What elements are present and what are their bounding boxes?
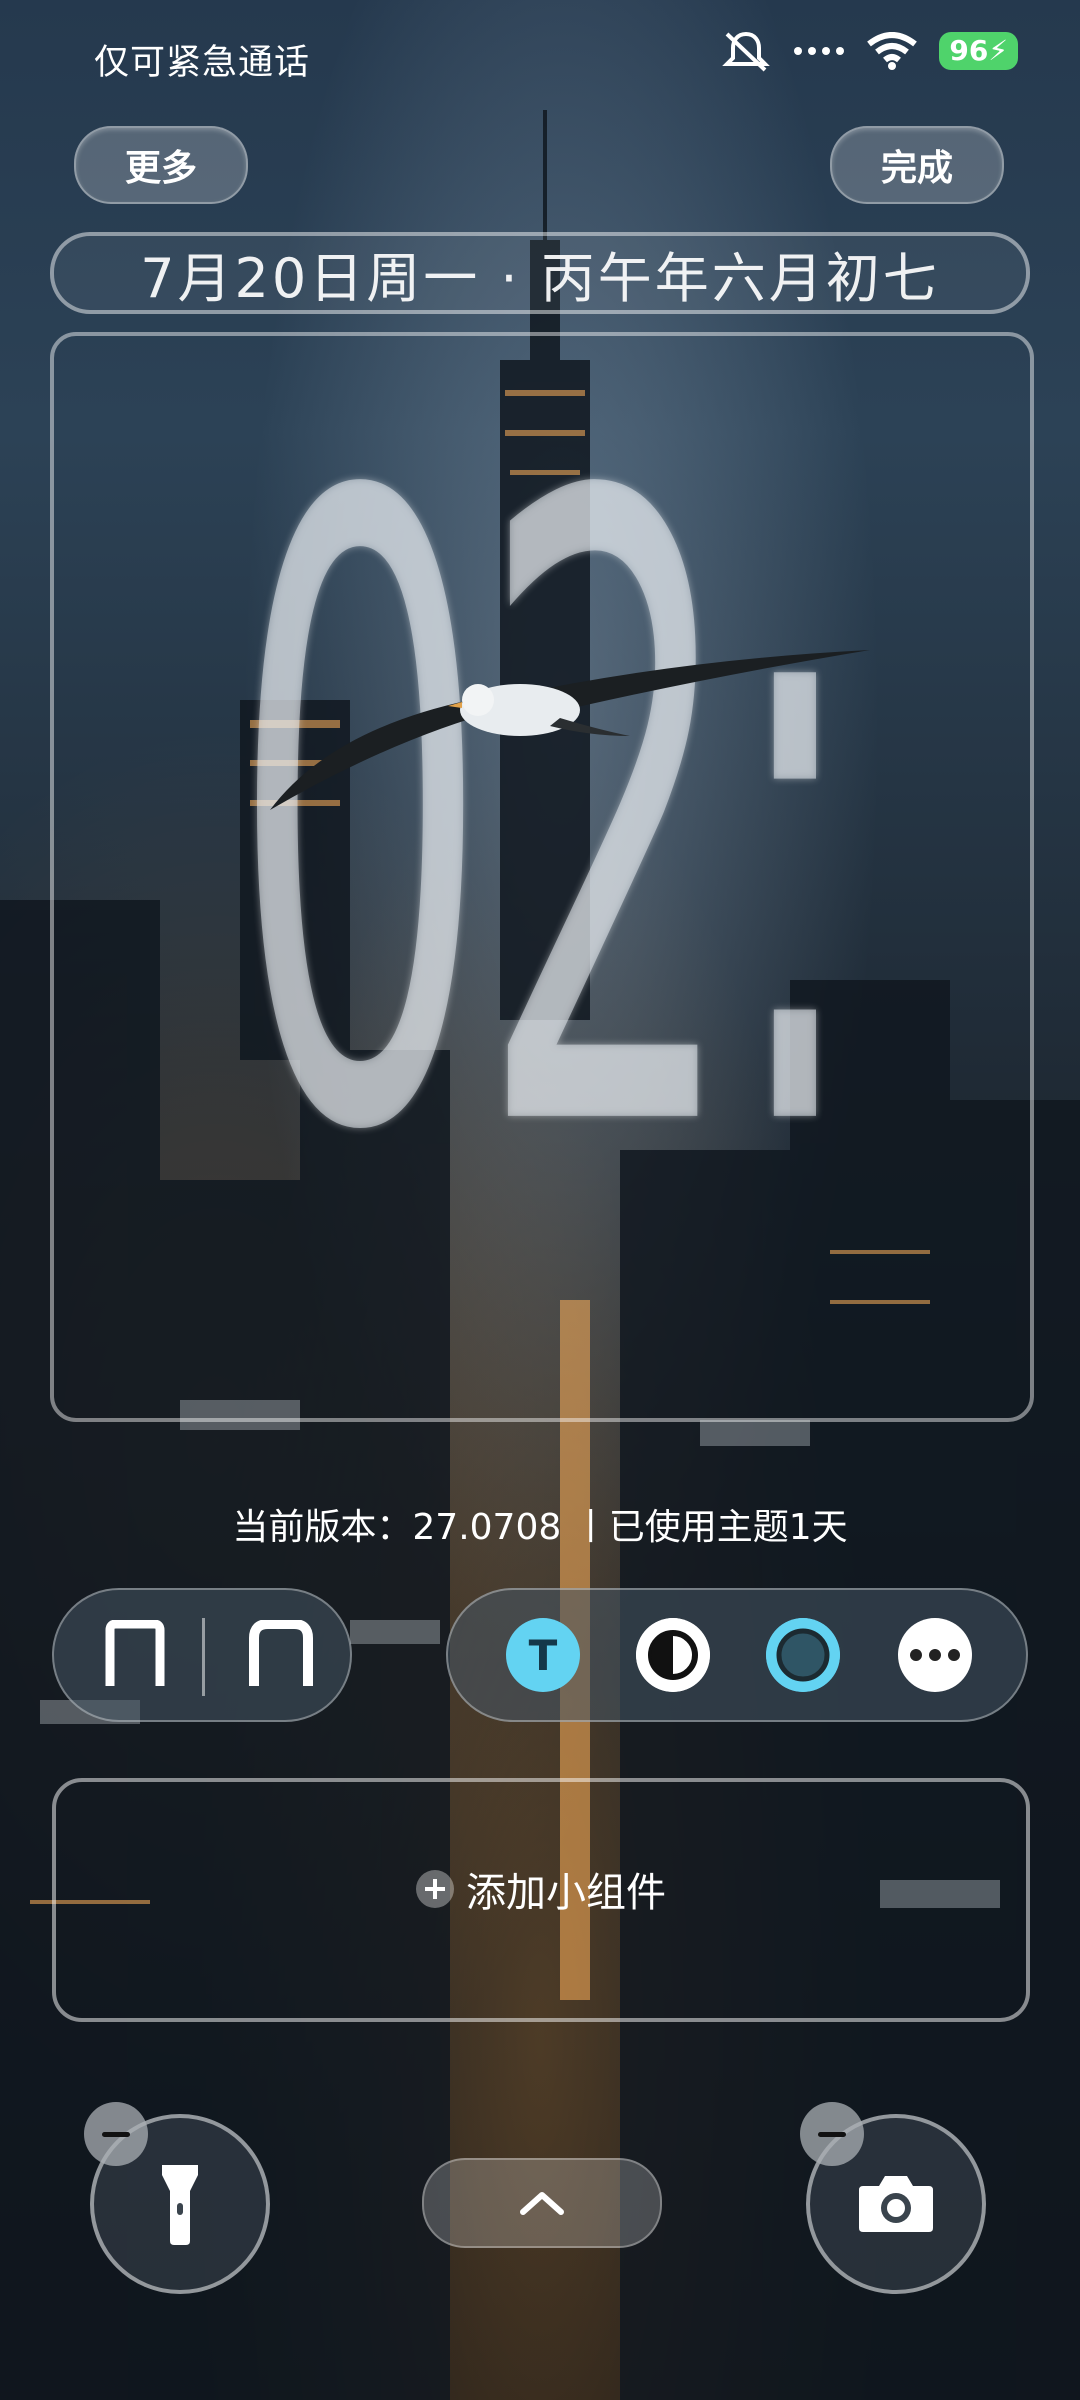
signal-dots-icon xyxy=(794,47,845,55)
style-options-bar: T xyxy=(446,1588,1028,1722)
color-picker-icon[interactable] xyxy=(766,1618,840,1692)
remove-camera-button[interactable] xyxy=(800,2102,864,2166)
status-icons: 96⚡ xyxy=(721,30,1018,72)
battery-level: 96 xyxy=(949,34,989,67)
add-widget-label: 添加小组件 xyxy=(466,1870,666,1916)
add-widget-button[interactable]: 添加小组件 xyxy=(56,1860,1026,1918)
carrier-text: 仅可紧急通话 xyxy=(94,43,311,83)
font-style-toggle xyxy=(52,1588,352,1722)
remove-flashlight-button[interactable] xyxy=(84,2102,148,2166)
clock-time: 02:28 xyxy=(230,319,850,1319)
plus-icon xyxy=(416,1870,454,1908)
divider xyxy=(202,1618,205,1696)
more-button[interactable]: 更多 xyxy=(74,126,248,204)
status-bar: 仅可紧急通话 96⚡ xyxy=(0,0,1080,110)
wifi-icon xyxy=(867,32,918,70)
mute-bell-icon xyxy=(722,31,771,72)
font-style-b-icon[interactable] xyxy=(246,1620,316,1690)
widget-area[interactable]: 添加小组件 xyxy=(52,1778,1030,2022)
swipe-up-button[interactable] xyxy=(422,2158,662,2248)
more-dots xyxy=(910,1649,960,1661)
font-style-a-icon[interactable] xyxy=(100,1620,170,1690)
text-color-icon[interactable]: T xyxy=(506,1618,580,1692)
contrast-icon[interactable] xyxy=(636,1618,710,1692)
chevron-up-icon xyxy=(520,2192,564,2215)
done-button[interactable]: 完成 xyxy=(830,126,1004,204)
battery-charging-icon: 96⚡ xyxy=(939,32,1018,70)
flashlight-icon xyxy=(162,2165,198,2245)
seagull-image xyxy=(270,650,870,810)
camera-icon xyxy=(859,2176,933,2232)
more-icon[interactable] xyxy=(898,1618,972,1692)
text-option-label: T xyxy=(528,1630,558,1680)
version-text: 当前版本：27.0708 丨已使用主题1天 xyxy=(232,1507,848,1548)
